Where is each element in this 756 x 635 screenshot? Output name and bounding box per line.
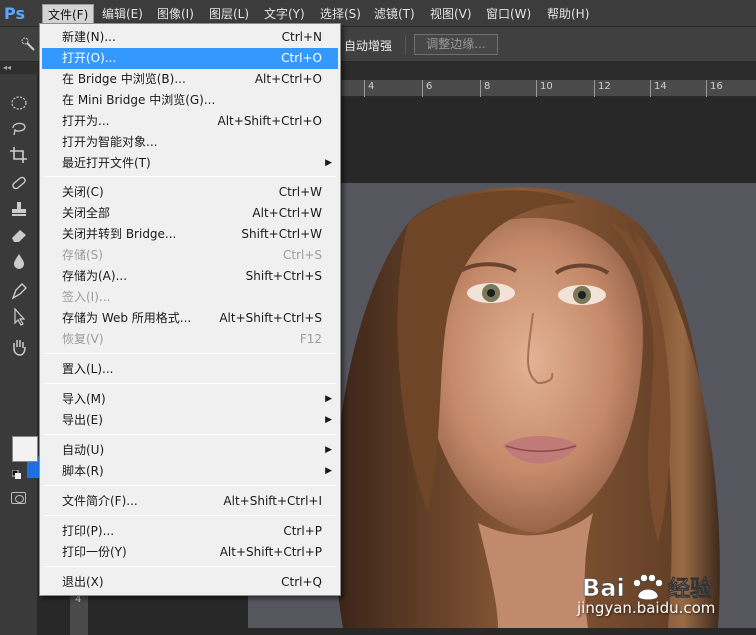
menu-item-browse-bridge[interactable]: 在 Bridge 中浏览(B)... Alt+Ctrl+O (42, 69, 338, 90)
watermark-url: jingyan.baidu.com (577, 599, 716, 617)
menu-edit[interactable]: 编辑(E) (97, 4, 148, 24)
auto-enhance-label[interactable]: 自动增强 (344, 37, 392, 54)
menu-file[interactable]: 文件(F) (42, 4, 95, 24)
refine-edge-button[interactable]: 调整边缘... (414, 34, 498, 55)
menu-item-print[interactable]: 打印(P)... Ctrl+P (42, 521, 338, 542)
submenu-arrow-icon: ▶ (325, 158, 332, 168)
menu-divider (44, 434, 336, 435)
menu-layer[interactable]: 图层(L) (204, 4, 254, 24)
ruler-label: 8 (484, 81, 491, 92)
menu-item-open-smart-object[interactable]: 打开为智能对象... (42, 132, 338, 153)
menu-item-export[interactable]: 导出(E) ▶ (42, 410, 338, 431)
foreground-color-swatch[interactable] (12, 436, 38, 462)
menu-item-save-as[interactable]: 存储为(A)... Shift+Ctrl+S (42, 266, 338, 287)
stamp-tool-icon[interactable] (9, 200, 29, 218)
menu-divider (44, 485, 336, 486)
blur-tool-icon[interactable] (9, 252, 29, 270)
menu-select[interactable]: 选择(S) (315, 4, 366, 24)
path-selection-icon[interactable] (9, 308, 29, 326)
eraser-tool-icon[interactable] (9, 226, 29, 244)
menu-divider (44, 515, 336, 516)
menu-item-check-in[interactable]: 签入(I)... (42, 287, 338, 308)
menu-divider (44, 383, 336, 384)
menu-item-close-all[interactable]: 关闭全部 Alt+Ctrl+W (42, 203, 338, 224)
menu-item-browse-mini-bridge[interactable]: 在 Mini Bridge 中浏览(G)... (42, 90, 338, 111)
menu-item-open[interactable]: 打开(O)... Ctrl+O (42, 48, 338, 69)
ruler-label: 4 (368, 81, 375, 92)
menu-divider (44, 176, 336, 177)
menu-item-place[interactable]: 置入(L)... (42, 359, 338, 380)
menu-item-import[interactable]: 导入(M) ▶ (42, 389, 338, 410)
svg-text:Bai: Bai (582, 574, 625, 602)
menu-item-new[interactable]: 新建(N)... Ctrl+N (42, 27, 338, 48)
menu-item-automate[interactable]: 自动(U) ▶ (42, 440, 338, 461)
horizontal-ruler: 4 6 8 10 12 14 16 (338, 80, 756, 97)
menu-item-open-as[interactable]: 打开为... Alt+Shift+Ctrl+O (42, 111, 338, 132)
menu-item-save[interactable]: 存储(S) Ctrl+S (42, 245, 338, 266)
menu-window[interactable]: 窗口(W) (481, 4, 536, 24)
crop-tool-icon[interactable] (9, 146, 29, 164)
menu-item-scripts[interactable]: 脚本(R) ▶ (42, 461, 338, 482)
menu-item-save-for-web[interactable]: 存储为 Web 所用格式... Alt+Shift+Ctrl+S (42, 308, 338, 329)
menu-item-exit[interactable]: 退出(X) Ctrl+Q (42, 572, 338, 593)
menu-item-file-info[interactable]: 文件简介(F)... Alt+Shift+Ctrl+I (42, 491, 338, 512)
submenu-arrow-icon: ▶ (325, 466, 332, 476)
healing-brush-icon[interactable] (9, 174, 29, 192)
pen-tool-icon[interactable] (9, 282, 29, 300)
ruler-label: 14 (654, 81, 667, 92)
ruler-label: 12 (598, 81, 611, 92)
menu-item-recent-files[interactable]: 最近打开文件(T) ▶ (42, 153, 338, 174)
menu-type[interactable]: 文字(Y) (259, 4, 310, 24)
menu-divider (44, 353, 336, 354)
submenu-arrow-icon: ▶ (325, 415, 332, 425)
menu-view[interactable]: 视图(V) (425, 4, 477, 24)
menu-item-print-one-copy[interactable]: 打印一份(Y) Alt+Shift+Ctrl+P (42, 542, 338, 563)
file-menu-dropdown: 新建(N)... Ctrl+N 打开(O)... Ctrl+O 在 Bridge 中… (39, 23, 341, 596)
menu-item-revert[interactable]: 恢复(V) F12 (42, 329, 338, 350)
submenu-arrow-icon: ▶ (325, 394, 332, 404)
photoshop-logo: Ps (4, 4, 25, 23)
ruler-label: 16 (710, 81, 723, 92)
hand-tool-icon[interactable] (9, 338, 29, 356)
menu-help[interactable]: 帮助(H) (542, 4, 594, 24)
ruler-label: 10 (540, 81, 553, 92)
quick-selection-icon[interactable] (20, 36, 36, 52)
ruler-label: 6 (426, 81, 433, 92)
toolbox-collapse-icon[interactable]: ◂◂ (0, 62, 38, 74)
toolbox (0, 74, 39, 635)
options-divider (405, 35, 406, 55)
menu-filter[interactable]: 滤镜(T) (369, 4, 420, 24)
marquee-tool-icon[interactable] (9, 94, 29, 112)
default-colors-icon[interactable] (12, 470, 22, 480)
menu-image[interactable]: 图像(I) (152, 4, 199, 24)
menu-item-close[interactable]: 关闭(C) Ctrl+W (42, 182, 338, 203)
menu-divider (44, 566, 336, 567)
baidu-watermark-logo: Bai 经验 (582, 574, 713, 603)
submenu-arrow-icon: ▶ (325, 445, 332, 455)
lasso-tool-icon[interactable] (9, 120, 29, 138)
menu-item-close-go-bridge[interactable]: 关闭并转到 Bridge... Shift+Ctrl+W (42, 224, 338, 245)
quick-mask-icon[interactable] (11, 492, 26, 504)
